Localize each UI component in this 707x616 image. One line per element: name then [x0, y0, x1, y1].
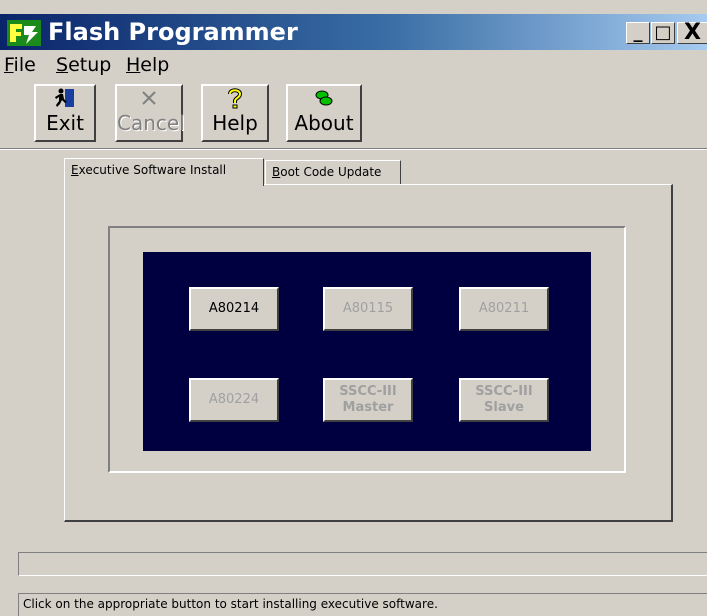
cancel-x-icon [117, 86, 181, 110]
tab-exec-mnemonic: E [71, 163, 79, 177]
exit-button-label: Exit [46, 111, 84, 135]
menu-help-label: elp [140, 54, 170, 76]
a80211-button[interactable]: A80211 [459, 287, 549, 331]
question-mark-icon [203, 86, 267, 110]
maximize-button[interactable]: □ [651, 22, 675, 44]
tab-exec-label: xecutive Software Install [78, 163, 227, 177]
tab-executive-software-install[interactable]: Executive Software Install [64, 158, 264, 186]
sscc-slave-line2: Slave [484, 400, 524, 415]
menu-setup-mnemonic: S [56, 54, 69, 76]
flash-programmer-icon [6, 18, 42, 48]
a80214-button[interactable]: A80214 [189, 287, 279, 331]
tab-boot-mnemonic: B [272, 165, 281, 179]
toolbar: Exit Cancel Help About [0, 80, 707, 150]
sscc-master-line1: SSCC-III [339, 384, 397, 399]
menu-bar: File Setup Help [0, 50, 707, 80]
menu-help-mnemonic: H [126, 54, 141, 76]
toolbar-separator [0, 148, 707, 150]
sscc-iii-slave-button[interactable]: SSCC-III Slave [459, 378, 549, 422]
menu-setup-label: etup [68, 54, 112, 76]
close-button[interactable]: X [677, 22, 707, 44]
sscc-iii-master-button[interactable]: SSCC-III Master [323, 378, 413, 422]
menu-file[interactable]: File [0, 52, 40, 78]
menu-file-mnemonic: F [4, 54, 14, 76]
about-button-label: About [294, 111, 354, 135]
cancel-button-label: Cancel [117, 111, 185, 135]
a80115-button[interactable]: A80115 [323, 287, 413, 331]
sscc-slave-line1: SSCC-III [475, 384, 533, 399]
exit-button[interactable]: Exit [34, 84, 96, 142]
about-icon [288, 86, 360, 110]
window-title: Flash Programmer [48, 18, 298, 46]
cancel-button[interactable]: Cancel [115, 84, 185, 142]
help-button-label: Help [212, 111, 258, 135]
status-bar: Click on the appropriate button to start… [18, 593, 707, 616]
minimize-button[interactable]: _ [626, 22, 650, 44]
menu-help[interactable]: Help [122, 52, 173, 78]
about-button[interactable]: About [286, 84, 362, 142]
sscc-master-line2: Master [342, 400, 394, 415]
progress-bar [18, 552, 707, 576]
help-button[interactable]: Help [201, 84, 269, 142]
menu-file-label: ile [13, 54, 36, 76]
a80224-button[interactable]: A80224 [189, 378, 279, 422]
tab-boot-code-update[interactable]: Boot Code Update [265, 160, 401, 184]
exit-running-man-icon [36, 86, 94, 110]
tab-boot-label: oot Code Update [280, 165, 382, 179]
menu-setup[interactable]: Setup [52, 52, 115, 78]
